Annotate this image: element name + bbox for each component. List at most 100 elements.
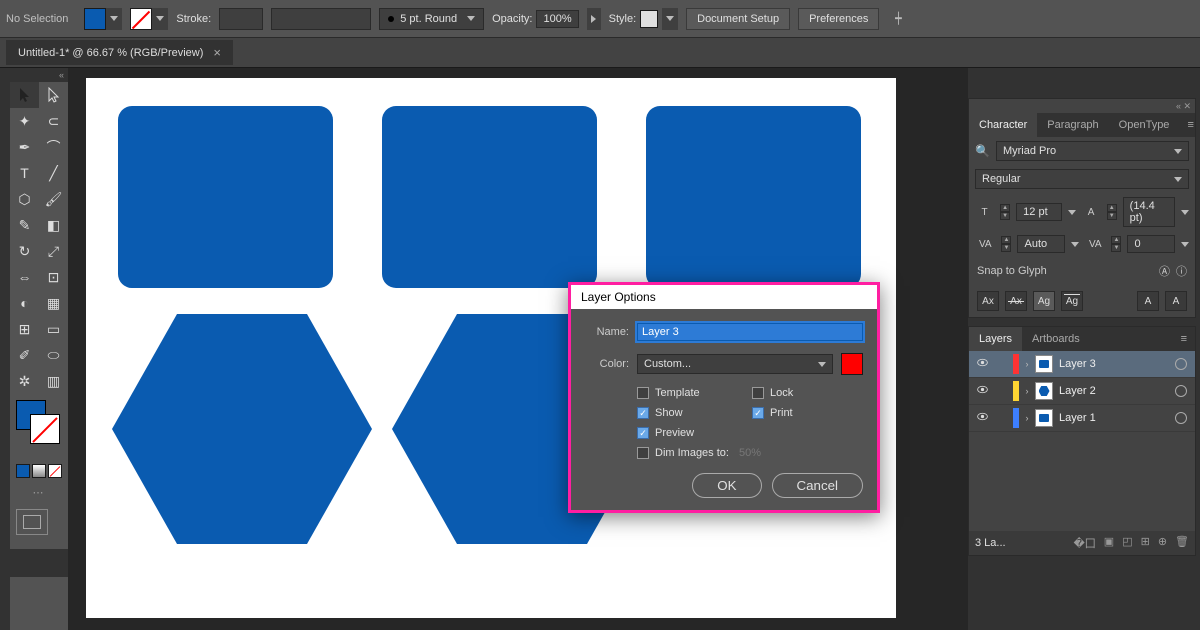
visibility-icon[interactable] <box>973 410 991 426</box>
fill-swatch[interactable] <box>84 8 106 30</box>
style-dropdown[interactable] <box>662 8 678 30</box>
tracking-field[interactable]: 0 <box>1127 235 1175 253</box>
layer-row[interactable]: › Layer 2 <box>969 378 1195 405</box>
symbol-sprayer-tool[interactable]: ✲ <box>10 368 39 394</box>
glyph-a[interactable]: A <box>1137 291 1159 311</box>
tab-artboards[interactable]: Artboards <box>1022 327 1090 351</box>
shaper-tool[interactable]: ✎ <box>10 212 39 238</box>
glyph-ag-over[interactable]: Ag <box>1061 291 1083 311</box>
color-dropdown[interactable]: Custom... <box>637 354 833 374</box>
curvature-tool[interactable]: ⌒ <box>39 134 68 160</box>
panel-collapse[interactable]: « ✕ <box>969 99 1195 113</box>
shape-rect-3[interactable] <box>646 106 861 288</box>
preview-checkbox[interactable]: Preview <box>637 427 748 439</box>
tab-character[interactable]: Character <box>969 113 1037 137</box>
new-layer-icon[interactable]: ⊕ <box>1158 535 1167 551</box>
glyph-ax-strike[interactable]: Ax <box>1005 291 1027 311</box>
lock-checkbox[interactable]: Lock <box>752 387 863 399</box>
stroke-weight-field[interactable] <box>219 8 263 30</box>
visibility-icon[interactable] <box>973 383 991 399</box>
dim-checkbox[interactable]: Dim Images to:50% <box>637 447 863 459</box>
rotate-tool[interactable]: ↻ <box>10 238 39 264</box>
glyph-a2[interactable]: A <box>1165 291 1187 311</box>
color-stack[interactable] <box>10 394 68 482</box>
info-icon[interactable]: ⓘ <box>1176 263 1187 279</box>
target-icon[interactable] <box>1175 385 1187 397</box>
tab-layers[interactable]: Layers <box>969 327 1022 351</box>
delete-icon[interactable]: 🗑 <box>1175 535 1189 551</box>
document-tab[interactable]: Untitled-1* @ 66.67 % (RGB/Preview) × <box>6 40 233 65</box>
type-tool[interactable]: T <box>10 160 39 186</box>
mesh-tool[interactable]: ⊞ <box>10 316 39 342</box>
perspective-tool[interactable]: ▦ <box>39 290 68 316</box>
lasso-tool[interactable]: ⊂ <box>39 108 68 134</box>
eraser-tool[interactable]: ◧ <box>39 212 68 238</box>
document-setup-button[interactable]: Document Setup <box>686 8 790 30</box>
gradient-tool[interactable]: ▭ <box>39 316 68 342</box>
graph-tool[interactable]: ▥ <box>39 368 68 394</box>
preferences-button[interactable]: Preferences <box>798 8 879 30</box>
new-sublayer-icon[interactable]: ⊞ <box>1141 535 1150 551</box>
layer-name[interactable]: Layer 2 <box>1055 385 1173 397</box>
fill-dropdown[interactable] <box>106 8 122 30</box>
opacity-value[interactable]: 100% <box>536 10 578 28</box>
style-swatch[interactable] <box>640 10 658 28</box>
leading-field[interactable]: (14.4 pt) <box>1123 197 1175 227</box>
collect-icon[interactable]: ▣ <box>1104 535 1114 551</box>
width-tool[interactable]: ⇔ <box>10 264 39 290</box>
stroke-profile-field[interactable] <box>271 8 371 30</box>
line-tool[interactable]: ╱ <box>39 160 68 186</box>
layer-name-input[interactable] <box>637 323 863 341</box>
direct-selection-tool[interactable] <box>39 82 68 108</box>
leading-spinner[interactable]: ▲▼ <box>1107 204 1117 220</box>
print-checkbox[interactable]: Print <box>752 407 863 419</box>
canvas-area[interactable]: Layer Options Name: Color: Custom... Tem… <box>68 68 968 630</box>
shape-builder-tool[interactable]: ◐ <box>10 290 39 316</box>
layer-name[interactable]: Layer 3 <box>1055 358 1173 370</box>
toolbar-collapse[interactable]: « <box>10 68 68 82</box>
tracking-spinner[interactable]: ▲▼ <box>1111 236 1121 252</box>
target-icon[interactable] <box>1175 412 1187 424</box>
brush-dropdown[interactable]: 5 pt. Round <box>379 8 484 30</box>
eyedropper-tool[interactable]: ✐ <box>10 342 39 368</box>
layer-name[interactable]: Layer 1 <box>1055 412 1173 424</box>
kerning-spinner[interactable]: ▲▼ <box>1001 236 1011 252</box>
panel-menu-icon[interactable]: ≡ <box>1179 113 1200 137</box>
paintbrush-tool[interactable]: 🖌 <box>39 186 68 212</box>
none-mode[interactable] <box>48 464 62 478</box>
tab-opentype[interactable]: OpenType <box>1109 113 1180 137</box>
align-icon[interactable]: ┿ <box>887 12 909 25</box>
layer-row[interactable]: › Layer 1 <box>969 405 1195 432</box>
shape-tool[interactable]: ⬡ <box>10 186 39 212</box>
shape-rect-2[interactable] <box>382 106 597 288</box>
ok-button[interactable]: OK <box>692 473 761 498</box>
scale-tool[interactable]: ⤢ <box>39 238 68 264</box>
size-spinner[interactable]: ▲▼ <box>1000 204 1010 220</box>
screen-mode[interactable] <box>16 509 48 535</box>
disclosure-icon[interactable]: › <box>1021 386 1033 396</box>
shape-hex-1[interactable] <box>112 314 372 544</box>
opacity-expand[interactable] <box>587 8 601 30</box>
kerning-field[interactable]: Auto <box>1017 235 1065 253</box>
layers-menu-icon[interactable]: ≡ <box>1173 327 1195 351</box>
layer-row[interactable]: › Layer 3 <box>969 351 1195 378</box>
visibility-icon[interactable] <box>973 356 991 372</box>
selection-tool[interactable] <box>10 82 39 108</box>
show-checkbox[interactable]: Show <box>637 407 748 419</box>
font-family-dropdown[interactable]: Myriad Pro <box>996 141 1189 161</box>
edit-toolbar[interactable]: ⋯ <box>10 482 68 503</box>
clip-mask-icon[interactable]: ◰ <box>1122 535 1132 551</box>
color-preview[interactable] <box>841 353 863 375</box>
solid-color-mode[interactable] <box>16 464 30 478</box>
template-checkbox[interactable]: Template <box>637 387 748 399</box>
magic-wand-tool[interactable]: ✦ <box>10 108 39 134</box>
target-icon[interactable] <box>1175 358 1187 370</box>
disclosure-icon[interactable]: › <box>1021 413 1033 423</box>
stroke-color[interactable] <box>30 414 60 444</box>
disclosure-icon[interactable]: › <box>1021 359 1033 369</box>
glyph-ax[interactable]: Ax <box>977 291 999 311</box>
gradient-mode[interactable] <box>32 464 46 478</box>
tab-paragraph[interactable]: Paragraph <box>1037 113 1108 137</box>
font-size-field[interactable]: 12 pt <box>1016 203 1061 221</box>
blend-tool[interactable]: ⬭ <box>39 342 68 368</box>
